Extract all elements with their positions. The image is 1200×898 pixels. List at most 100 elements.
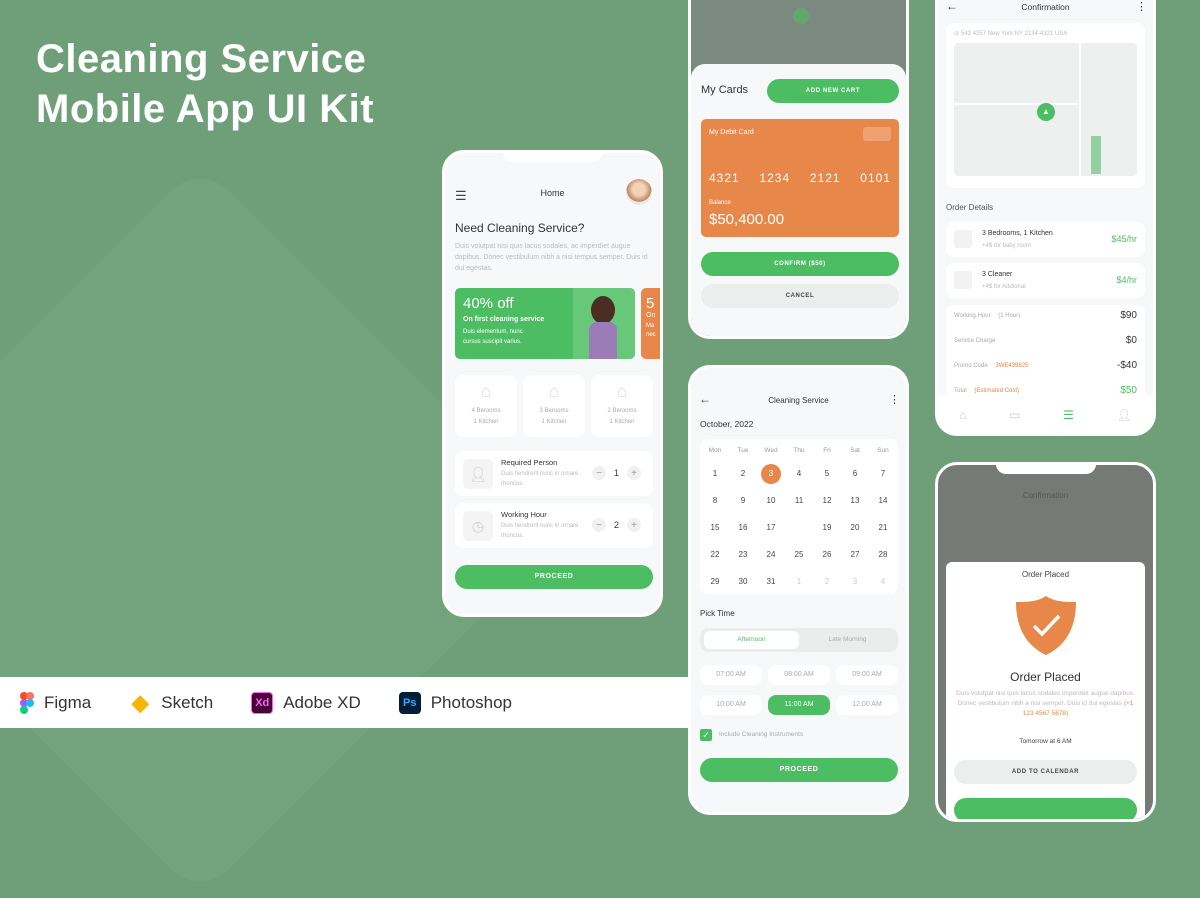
calendar-day[interactable]: 17 [761, 518, 781, 538]
summary-extra: (Estimated Cost) [974, 388, 1020, 394]
chip-icon [863, 127, 891, 141]
time-slot[interactable]: 12:00 AM [836, 695, 898, 715]
calendar-day[interactable]: 28 [873, 545, 893, 565]
calendar-day[interactable]: 4 [789, 464, 809, 484]
order-placed-heading: Order Placed [1010, 670, 1081, 684]
calendar-day[interactable]: 10 [761, 491, 781, 511]
tab-afternoon[interactable]: Afternoon [704, 631, 799, 649]
room-option[interactable]: ⌂ 2 Berooms 1 Kitchen [591, 375, 653, 437]
room-label: 4 Berooms [471, 408, 501, 414]
calendar-day[interactable]: 21 [873, 518, 893, 538]
calendar-day[interactable]: 2 [817, 572, 837, 592]
calendar-day[interactable]: 4 [873, 572, 893, 592]
screen-title: Confirmation [1021, 2, 1070, 12]
card-number-group: 2121 [809, 171, 841, 185]
order-item: 3 Bedrooms, 1 Kitchen +4$ for baby room $4… [946, 222, 1145, 257]
calendar-day[interactable]: 23 [733, 545, 753, 565]
room-option[interactable]: ⌂ 4 Berooms 1 Kitchen [455, 375, 517, 437]
calendar-day[interactable]: 5 [817, 464, 837, 484]
photoshop-icon: Ps [398, 691, 421, 714]
more-icon[interactable]: ⋮ [1136, 0, 1147, 13]
calendar-day[interactable]: 20 [845, 518, 865, 538]
calendar-day[interactable]: 13 [845, 491, 865, 511]
calendar-day[interactable]: 3 [845, 572, 865, 592]
calendar-day[interactable]: 12 [817, 491, 837, 511]
desc-text: Duis volutpat nisi quis lacus sodales im… [956, 690, 1135, 707]
calendar-day[interactable]: 7 [873, 464, 893, 484]
plus-button[interactable]: + [627, 518, 642, 532]
time-slot[interactable]: 07:00 AM [700, 665, 762, 685]
avatar[interactable] [626, 179, 652, 205]
add-to-calendar-button[interactable]: ADD TO CALENDAR [954, 760, 1137, 784]
proceed-button[interactable]: PROCEED [455, 565, 653, 589]
weekday-label: Tue [737, 447, 749, 454]
calendar-day[interactable]: 1 [789, 572, 809, 592]
confirm-button[interactable]: CONFIRM ($50) [701, 252, 899, 276]
time-slot[interactable]: 08:00 AM [768, 665, 830, 685]
schedule-time: Tomorrow at 6 AM [1019, 738, 1072, 745]
time-slot[interactable]: 11:00 AM [768, 695, 830, 715]
summary-label-text: Promo Code [954, 363, 988, 369]
calendar-day[interactable]: 27 [845, 545, 865, 565]
proceed-button[interactable]: PROCEED [700, 758, 898, 782]
room-option[interactable]: ⌂ 3 Berooms 1 Kitchen [523, 375, 585, 437]
calendar-day[interactable]: 29 [705, 572, 725, 592]
profile-icon[interactable]: 👤︎ [1116, 408, 1131, 422]
calendar-day[interactable]: 30 [733, 572, 753, 592]
tab-late-morning[interactable]: Late Morning [800, 631, 895, 649]
calendar-day[interactable]: 15 [705, 518, 725, 538]
selected-day[interactable]: 3 [761, 464, 781, 484]
map[interactable]: ▲ [954, 43, 1137, 176]
working-hour-stepper[interactable]: −2 + [592, 518, 642, 532]
promo-card[interactable]: 40% off On first cleaning service Duis e… [455, 288, 635, 359]
calendar-day[interactable]: 14 [873, 491, 893, 511]
xd-icon: Xd [251, 691, 274, 714]
minus-button[interactable]: − [592, 466, 606, 480]
add-card-button[interactable]: ADD NEW CART [767, 79, 899, 103]
cancel-button[interactable]: CANCEL [701, 284, 899, 308]
promo-desc: Duis elementum, nunc cursus suscipit var… [463, 329, 523, 345]
more-icon[interactable]: ⋮ [889, 393, 900, 406]
item-sub: +4$ for baby room [982, 243, 1031, 249]
plus-button[interactable]: + [627, 466, 642, 480]
tool-label: Sketch [161, 692, 214, 712]
promo-card-2[interactable]: 5 On Ma nec [641, 288, 660, 359]
list-icon[interactable]: ☰ [1063, 408, 1074, 422]
calendar-day[interactable]: 16 [733, 518, 753, 538]
calendar-day[interactable]: 11 [789, 491, 809, 511]
confirmation-screen: ← Confirmation ⋮ ◎ 543 4357 New York NY … [935, 0, 1156, 436]
calendar-day[interactable]: 25 [789, 545, 809, 565]
calendar-day[interactable]: 19 [817, 518, 837, 538]
debit-card[interactable]: My Debit Card 4321 1234 2121 0101 Balance $… [701, 119, 899, 237]
card-title: Required Person [501, 458, 558, 467]
house-icon: ⌂ [548, 381, 560, 401]
tool-sketch: ◆ Sketch [129, 690, 214, 715]
calendar-day[interactable]: 9 [733, 491, 753, 511]
working-hour-card: ◷ Working Hour Duis hendrerit nunc in or… [455, 503, 653, 548]
cards-screen: My Cards ADD NEW CART My Debit Card 4321… [688, 0, 909, 339]
minus-button[interactable]: − [592, 518, 606, 532]
calendar-day[interactable]: 8 [705, 491, 725, 511]
calendar-day[interactable]: 6 [845, 464, 865, 484]
time-slot[interactable]: 09:00 AM [836, 665, 898, 685]
promo2-subtitle: On [646, 312, 656, 319]
summary-value: $90 [1120, 310, 1137, 321]
calendar-day[interactable]: 31 [761, 572, 781, 592]
tool-xd: Xd Adobe XD [251, 691, 361, 714]
time-slot[interactable]: 10:00 AM [700, 695, 762, 715]
home-icon[interactable]: ⌂ [959, 408, 966, 422]
calendar-day[interactable]: 26 [817, 545, 837, 565]
include-instruments-checkbox[interactable]: ✓ [700, 729, 712, 741]
promo2-discount: 5 [646, 295, 655, 312]
card-number-group: 1234 [759, 171, 791, 185]
item-price: $45/hr [1111, 234, 1137, 244]
calendar-icon[interactable]: ▭ [1009, 408, 1020, 422]
item-title: 3 Cleaner [982, 271, 1013, 278]
required-person-stepper[interactable]: −1 + [592, 466, 642, 480]
calendar-day[interactable]: 24 [761, 545, 781, 565]
next-button[interactable] [954, 798, 1137, 819]
calendar-day[interactable]: 22 [705, 545, 725, 565]
tool-figma: Figma [20, 691, 91, 714]
calendar-day[interactable]: 2 [733, 464, 753, 484]
calendar-day[interactable]: 1 [705, 464, 725, 484]
